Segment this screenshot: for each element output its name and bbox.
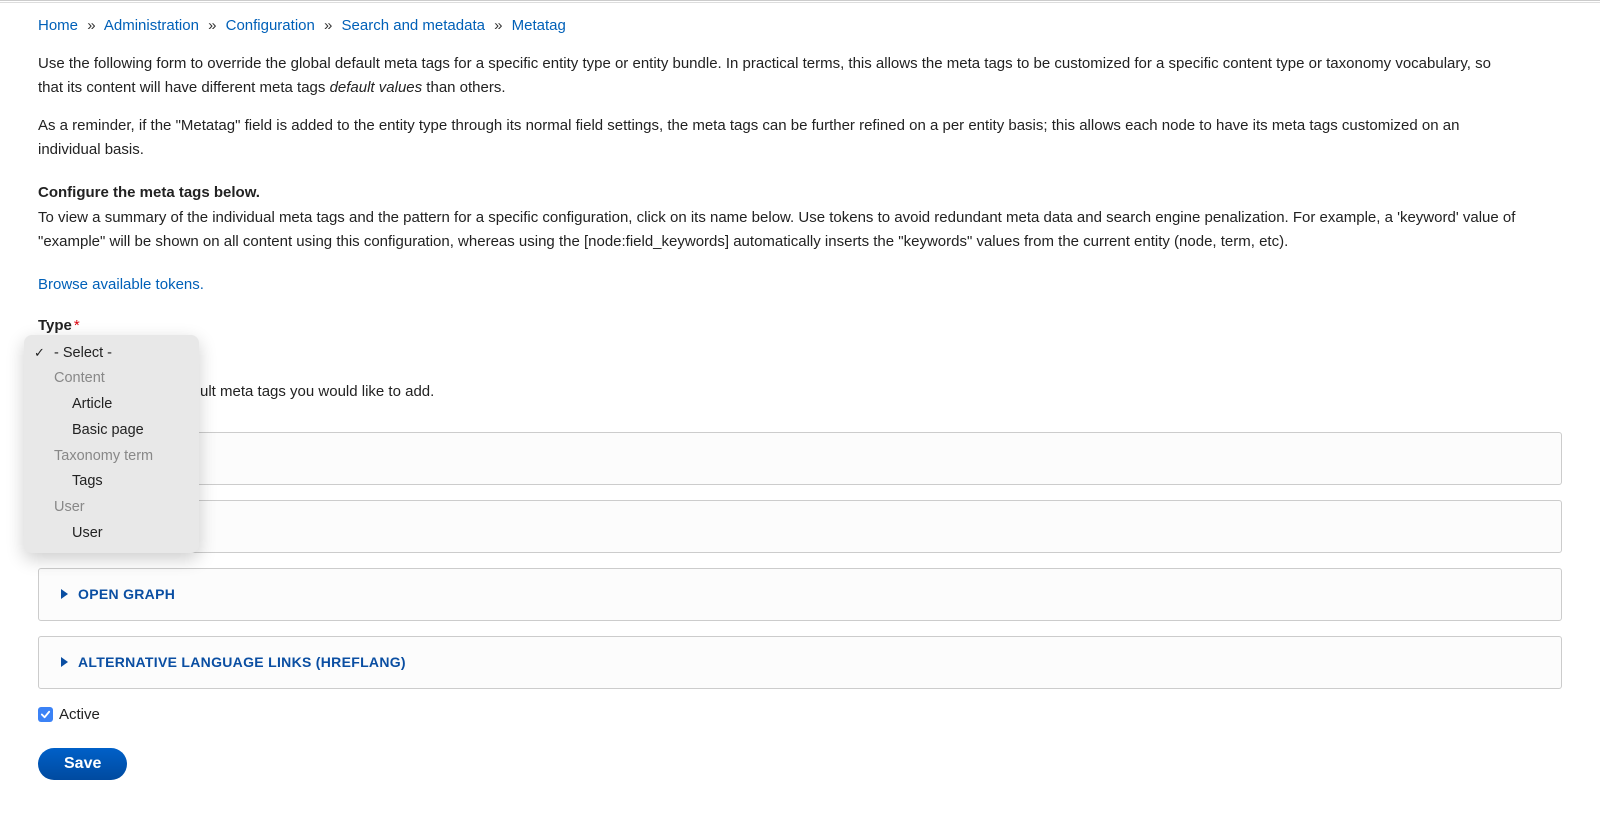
breadcrumb-administration[interactable]: Administration: [104, 17, 199, 34]
type-label: Type: [38, 315, 72, 338]
intro-text-b: than others.: [422, 79, 505, 96]
intro-text-em: default values: [330, 79, 423, 96]
panel-hreflang[interactable]: ALTERNATIVE LANGUAGE LINKS (HREFLANG): [38, 636, 1562, 689]
save-button[interactable]: Save: [38, 748, 127, 780]
type-option-article[interactable]: Article: [24, 392, 199, 418]
browse-tokens-link[interactable]: Browse available tokens.: [38, 274, 204, 297]
type-optgroup-user: User: [24, 495, 199, 521]
breadcrumb: Home » Administration » Configuration » …: [38, 15, 1562, 38]
panel-open-graph-label: OPEN GRAPH: [78, 584, 175, 605]
chevron-right-icon: [61, 589, 68, 599]
active-label: Active: [59, 704, 100, 727]
configure-heading: Configure the meta tags below.: [38, 182, 1562, 205]
breadcrumb-sep: »: [87, 17, 95, 34]
required-indicator: *: [74, 317, 80, 334]
panel-hreflang-label: ALTERNATIVE LANGUAGE LINKS (HREFLANG): [78, 652, 406, 673]
type-option-user[interactable]: User: [24, 521, 199, 547]
breadcrumb-sep: »: [208, 17, 216, 34]
type-optgroup-content: Content: [24, 366, 199, 392]
intro-paragraph-2: As a reminder, if the "Metatag" field is…: [38, 114, 1518, 162]
panel-placeholder-1[interactable]: [38, 432, 1562, 485]
type-option-tags[interactable]: Tags: [24, 469, 199, 495]
breadcrumb-configuration[interactable]: Configuration: [226, 17, 315, 34]
panel-open-graph[interactable]: OPEN GRAPH: [38, 568, 1562, 621]
configure-body: To view a summary of the individual meta…: [38, 206, 1518, 254]
panel-placeholder-2[interactable]: [38, 500, 1562, 553]
intro-text-a: Use the following form to override the g…: [38, 55, 1491, 96]
type-optgroup-taxonomy: Taxonomy term: [24, 444, 199, 470]
type-option-basic-page[interactable]: Basic page: [24, 418, 199, 444]
breadcrumb-metatag[interactable]: Metatag: [512, 17, 566, 34]
type-helper-text-fragment: ult meta tags you would like to add.: [200, 383, 434, 400]
check-icon: [40, 709, 51, 720]
active-checkbox[interactable]: [38, 707, 53, 722]
breadcrumb-sep: »: [324, 17, 332, 34]
breadcrumb-sep: »: [494, 17, 502, 34]
type-option-select[interactable]: - Select -: [24, 341, 199, 367]
intro-paragraph-1: Use the following form to override the g…: [38, 52, 1518, 100]
type-select-dropdown[interactable]: - Select - Content Article Basic page Ta…: [24, 335, 199, 553]
breadcrumb-search-metadata[interactable]: Search and metadata: [342, 17, 485, 34]
chevron-right-icon: [61, 657, 68, 667]
breadcrumb-home[interactable]: Home: [38, 17, 78, 34]
